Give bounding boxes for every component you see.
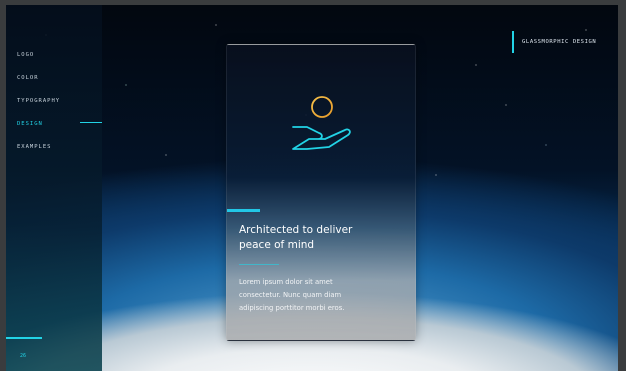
nav-item-logo[interactable]: LOGO [17,49,60,72]
card-title-line1: Architected to deliver [239,224,353,236]
nav-item-typography[interactable]: TYPOGRAPHY [17,95,60,118]
card-title: Architected to deliver peace of mind [239,223,399,253]
active-nav-indicator [80,122,102,123]
brand-label: GLASSMORPHIC DESIGN [522,39,597,45]
title-underline [239,264,279,265]
card-body-line2: consectetur. Nunc quam diam [239,291,342,299]
nav-item-examples[interactable]: EXAMPLES [17,141,60,164]
nav-item-design[interactable]: DESIGN [17,118,60,141]
sidebar-nav: LOGO COLOR TYPOGRAPHY DESIGN EXAMPLES [17,49,60,164]
nav-item-color[interactable]: COLOR [17,72,60,95]
card-body: Lorem ipsum dolor sit amet consectetur. … [239,276,404,315]
card-title-line2: peace of mind [239,239,315,251]
brand-accent-bar [512,31,514,53]
card-body-line3: adipiscing porttitor morbi eros. [239,304,345,312]
sidebar: LOGO COLOR TYPOGRAPHY DESIGN EXAMPLES 26 [6,5,102,371]
page-number: 26 [20,353,27,359]
hero-frame: LOGO COLOR TYPOGRAPHY DESIGN EXAMPLES 26… [6,5,618,371]
card-accent-bar [227,209,260,212]
progress-line [6,337,42,339]
card-body-line1: Lorem ipsum dolor sit amet [239,278,333,286]
glass-card: Architected to deliver peace of mind Lor… [226,44,416,341]
hand-holding-sun-icon [292,96,351,150]
